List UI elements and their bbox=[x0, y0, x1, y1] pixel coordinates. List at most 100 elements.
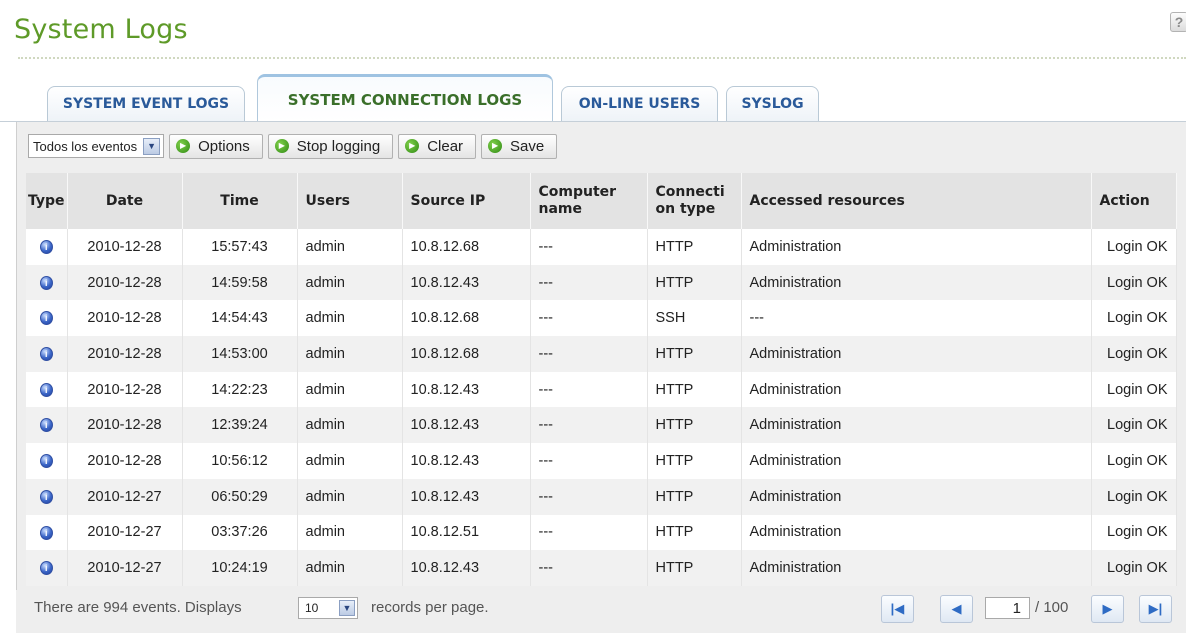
column-header-type[interactable]: Type bbox=[26, 173, 68, 229]
table-row[interactable]: i 2010-12-28 15:57:43 admin 10.8.12.68 --- HTT… bbox=[26, 229, 1177, 265]
cell-type: i bbox=[26, 264, 68, 301]
first-page-button[interactable]: |◀ bbox=[881, 595, 914, 623]
clear-button[interactable]: ▶ Clear bbox=[398, 133, 477, 159]
cell-accessed-resources: Administration bbox=[741, 550, 1092, 586]
cell-connection-type: HTTP bbox=[647, 443, 742, 479]
cell-type: i bbox=[26, 443, 68, 479]
cell-action: Login OK bbox=[1091, 407, 1177, 444]
cell-connection-type: HTTP bbox=[647, 407, 742, 444]
cell-time: 12:39:24 bbox=[182, 407, 298, 444]
next-page-icon: ▶ bbox=[1102, 601, 1113, 616]
info-icon: i bbox=[39, 347, 53, 362]
cell-time: 15:57:43 bbox=[182, 229, 298, 265]
column-header-action[interactable]: Action bbox=[1091, 173, 1177, 229]
info-icon: i bbox=[39, 489, 53, 504]
cell-date: 2010-12-27 bbox=[67, 514, 183, 551]
arrow-right-icon: ▶ bbox=[488, 139, 503, 153]
column-header-accessed-resources[interactable]: Accessed resources bbox=[741, 173, 1092, 229]
tab-system-connection-logs[interactable]: SYSTEM CONNECTION LOGS bbox=[257, 74, 553, 122]
last-page-icon: ▶| bbox=[1148, 601, 1163, 616]
event-filter-select[interactable]: Todos los eventos ▼ bbox=[28, 134, 165, 158]
options-button[interactable]: ▶ Options bbox=[169, 133, 263, 159]
cell-action: Login OK bbox=[1091, 371, 1177, 408]
records-per-page-select[interactable]: 10 ▼ bbox=[298, 597, 358, 619]
cell-action: Login OK bbox=[1091, 264, 1177, 301]
cell-date: 2010-12-28 bbox=[67, 336, 183, 372]
previous-page-button[interactable]: ◀ bbox=[940, 595, 973, 623]
column-header-time[interactable]: Time bbox=[182, 173, 298, 229]
arrow-right-icon: ▶ bbox=[274, 139, 289, 153]
cell-user: admin bbox=[297, 264, 403, 301]
table-row[interactable]: i 2010-12-28 10:56:12 admin 10.8.12.43 --- HTT… bbox=[26, 443, 1177, 479]
cell-time: 06:50:29 bbox=[182, 478, 298, 515]
column-header-source-ip[interactable]: Source IP bbox=[402, 173, 531, 229]
cell-user: admin bbox=[297, 229, 403, 265]
cell-time: 03:37:26 bbox=[182, 514, 298, 551]
dropdown-arrow-icon[interactable]: ▼ bbox=[143, 137, 161, 155]
arrow-right-icon: ▶ bbox=[176, 139, 191, 153]
table-row[interactable]: i 2010-12-28 14:59:58 admin 10.8.12.43 --- HTT… bbox=[26, 264, 1177, 301]
info-icon: i bbox=[39, 525, 53, 540]
cell-date: 2010-12-28 bbox=[67, 229, 183, 265]
tab-syslog[interactable]: SYSLOG bbox=[726, 86, 819, 121]
table-row[interactable]: i 2010-12-27 03:37:26 admin 10.8.12.51 --- HTT… bbox=[26, 514, 1177, 551]
cell-user: admin bbox=[297, 300, 403, 337]
table-row[interactable]: i 2010-12-27 10:24:19 admin 10.8.12.43 --- HTT… bbox=[26, 550, 1177, 586]
column-header-computer-name[interactable]: Computer name bbox=[530, 173, 648, 229]
cell-action: Login OK bbox=[1091, 514, 1177, 551]
table-row[interactable]: i 2010-12-28 14:54:43 admin 10.8.12.68 --- SSH… bbox=[26, 300, 1177, 337]
cell-type: i bbox=[26, 514, 68, 551]
save-button-label: Save bbox=[510, 137, 545, 155]
cell-computer-name: --- bbox=[530, 407, 648, 444]
next-page-button[interactable]: ▶ bbox=[1091, 595, 1124, 623]
info-icon: i bbox=[39, 311, 53, 326]
cell-connection-type: HTTP bbox=[647, 550, 742, 586]
dropdown-arrow-icon[interactable]: ▼ bbox=[339, 600, 355, 616]
cell-accessed-resources: Administration bbox=[741, 407, 1092, 444]
table-row[interactable]: i 2010-12-28 14:53:00 admin 10.8.12.68 --- HTT… bbox=[26, 336, 1177, 372]
column-header-date[interactable]: Date bbox=[67, 173, 183, 229]
cell-user: admin bbox=[297, 407, 403, 444]
cell-computer-name: --- bbox=[530, 371, 648, 408]
cell-connection-type: HTTP bbox=[647, 371, 742, 408]
cell-type: i bbox=[26, 229, 68, 265]
cell-user: admin bbox=[297, 336, 403, 372]
table-row[interactable]: i 2010-12-28 14:22:23 admin 10.8.12.43 --- HTT… bbox=[26, 371, 1177, 408]
cell-date: 2010-12-28 bbox=[67, 371, 183, 408]
tab-bar: SYSTEM EVENT LOGS SYSTEM CONNECTION LOGS… bbox=[0, 0, 1186, 122]
cell-connection-type: HTTP bbox=[647, 336, 742, 372]
tab-system-event-logs[interactable]: SYSTEM EVENT LOGS bbox=[47, 86, 245, 121]
current-page-input[interactable] bbox=[985, 597, 1030, 619]
cell-source-ip: 10.8.12.43 bbox=[402, 264, 531, 301]
info-icon: i bbox=[39, 454, 53, 469]
column-header-connection-type[interactable]: Connection type bbox=[647, 173, 742, 229]
save-button[interactable]: ▶ Save bbox=[481, 133, 558, 159]
cell-computer-name: --- bbox=[530, 300, 648, 337]
stop-logging-button[interactable]: ▶ Stop logging bbox=[267, 133, 394, 159]
cell-accessed-resources: Administration bbox=[741, 229, 1092, 265]
cell-time: 14:54:43 bbox=[182, 300, 298, 337]
cell-action: Login OK bbox=[1091, 300, 1177, 337]
cell-time: 14:22:23 bbox=[182, 371, 298, 408]
cell-date: 2010-12-28 bbox=[67, 300, 183, 337]
records-per-page-value: 10 bbox=[305, 601, 319, 615]
event-filter-value: Todos los eventos bbox=[33, 138, 138, 154]
table-row[interactable]: i 2010-12-28 12:39:24 admin 10.8.12.43 --- HTT… bbox=[26, 407, 1177, 444]
tab-on-line-users[interactable]: ON-LINE USERS bbox=[561, 86, 718, 121]
last-page-button[interactable]: ▶| bbox=[1139, 595, 1172, 623]
events-summary: There are 994 events. Displays bbox=[34, 599, 242, 616]
table-row[interactable]: i 2010-12-27 06:50:29 admin 10.8.12.43 --- HTT… bbox=[26, 478, 1177, 515]
toolbar: Todos los eventos ▼ ▶ Options ▶ Stop log… bbox=[28, 133, 558, 159]
cell-computer-name: --- bbox=[530, 336, 648, 372]
cell-time: 14:53:00 bbox=[182, 336, 298, 372]
cell-computer-name: --- bbox=[530, 264, 648, 301]
cell-source-ip: 10.8.12.68 bbox=[402, 336, 531, 372]
cell-computer-name: --- bbox=[530, 443, 648, 479]
cell-type: i bbox=[26, 478, 68, 515]
cell-source-ip: 10.8.12.43 bbox=[402, 407, 531, 444]
options-button-label: Options bbox=[198, 137, 250, 155]
column-header-users[interactable]: Users bbox=[297, 173, 403, 229]
cell-connection-type: HTTP bbox=[647, 264, 742, 301]
cell-user: admin bbox=[297, 550, 403, 586]
cell-source-ip: 10.8.12.68 bbox=[402, 300, 531, 337]
